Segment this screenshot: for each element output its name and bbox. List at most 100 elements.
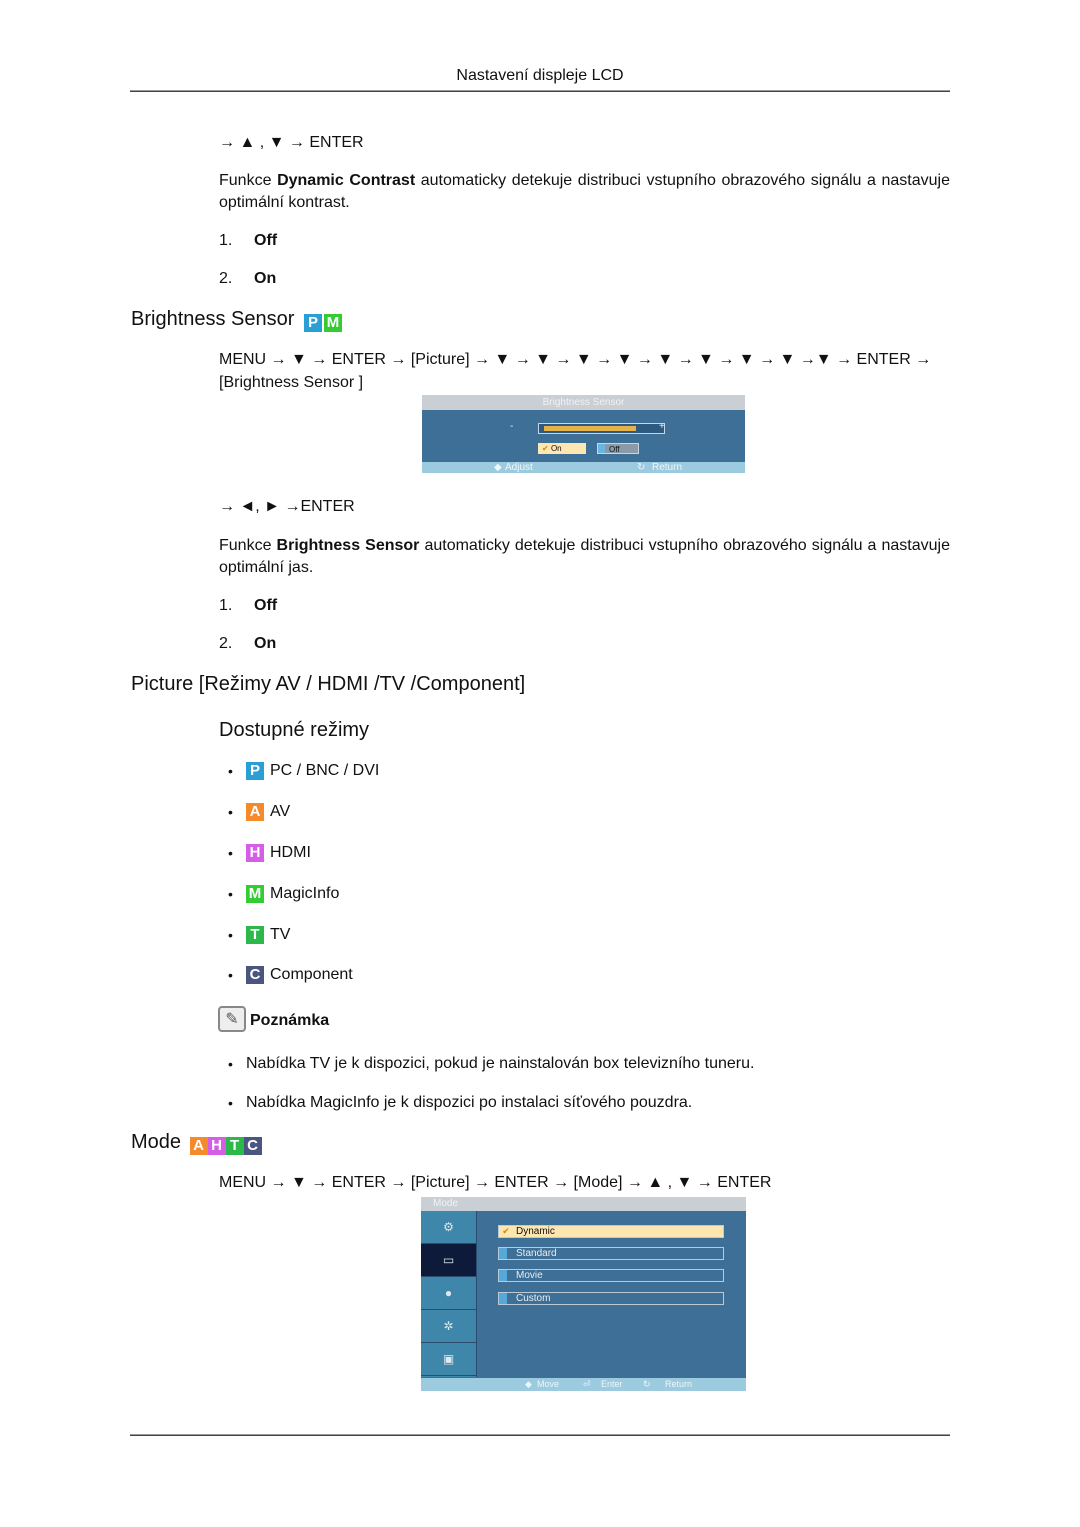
mode-a-icon: A (246, 803, 264, 821)
note-header: ✎ Poznámka (218, 1006, 329, 1032)
mode-label: PC / BNC / DVI (270, 762, 380, 779)
option-num: 2. (219, 270, 233, 287)
osd-option-dynamic[interactable]: ✔ Dynamic (498, 1225, 724, 1238)
mode-list-item: • C Component (228, 966, 353, 984)
footer-enter: Enter (601, 1379, 623, 1389)
page-header-title: Nastavení displeje LCD (456, 67, 624, 84)
mode-label: HDMI (270, 844, 311, 861)
sound-icon[interactable]: ● (421, 1277, 476, 1310)
brightness-sensor-heading: Brightness Sensor PM (131, 308, 342, 332)
bullet: • (228, 927, 233, 943)
osd-off-button[interactable]: Off (597, 443, 639, 454)
brightness-sensor-option-1: 1. Off (219, 595, 277, 617)
option-label: On (254, 635, 277, 652)
osd-on-button[interactable]: ✔ On (538, 443, 586, 454)
brightness-sensor-osd: Brightness Sensor - + ✔ On Off ◆ Adjust … (422, 395, 745, 473)
option-label: Off (254, 597, 278, 614)
mode-osd: Mode ⚙ ▭ ● ✲ ▣ ✔ Dynamic Standard Movie Cust… (421, 1197, 746, 1391)
mode-label: AV (270, 803, 291, 820)
mode-label: TV (270, 926, 291, 943)
note-text: Nabídka TV je k dispozici, pokud je nain… (246, 1055, 755, 1072)
footer-return: Return (652, 462, 683, 473)
input-icon[interactable]: ⚙ (421, 1211, 476, 1244)
on-label: On (550, 444, 562, 453)
bullet: • (228, 845, 233, 861)
osd-minus: - (510, 421, 514, 432)
mode-t-icon: T (225, 1137, 244, 1155)
bullet: • (228, 1056, 233, 1072)
heading-text: Mode (131, 1131, 182, 1153)
mode-list-item: • T TV (228, 926, 290, 944)
available-modes-subheading: Dostupné režimy (219, 719, 370, 741)
option-label: Movie (516, 1270, 543, 1281)
footer-return: Return (665, 1379, 693, 1389)
bullet: • (228, 763, 233, 779)
osd-level-fill (544, 426, 636, 431)
brightness-sensor-nav-line2: [Brightness Sensor ] (219, 374, 364, 391)
note-text: Nabídka MagicInfo je k dispozici po inst… (246, 1094, 693, 1111)
osd-sidebar: ⚙ ▭ ● ✲ ▣ (421, 1211, 477, 1377)
desc-bold: Dynamic Contrast (277, 172, 416, 189)
picture-icon[interactable]: ▭ (421, 1244, 476, 1277)
osd-level-bar[interactable] (538, 423, 665, 434)
off-marker (598, 444, 605, 453)
mode-h-icon: H (207, 1137, 226, 1155)
note-item-1: • Nabídka TV je k dispozici, pokud je na… (228, 1053, 754, 1076)
osd-option-custom[interactable]: Custom (498, 1292, 724, 1305)
osd-footer: ◆ Adjust ↻ Return (422, 462, 745, 473)
osd-option-standard[interactable]: Standard (498, 1247, 724, 1260)
mode-nav: MENU → ▼ → ENTER → [Picture] → ENTER → [… (219, 1174, 772, 1191)
option-label: On (254, 270, 277, 287)
mode-heading: Mode AHTC (131, 1131, 262, 1155)
picture-modes-heading: Picture [Režimy AV / HDMI /TV /Component… (131, 673, 526, 695)
check-icon: ✔ (502, 1226, 510, 1236)
note-item-2: • Nabídka MagicInfo je k dispozici po in… (228, 1092, 692, 1115)
mode-c-icon: C (243, 1137, 262, 1155)
mode-list-item: • M MagicInfo (228, 885, 339, 903)
mode-c-icon: C (246, 966, 264, 984)
mode-a-icon: A (189, 1137, 208, 1155)
mode-label: Component (270, 966, 353, 983)
dynamic-contrast-description: Funkce Dynamic Contrast automaticky dete… (219, 170, 950, 214)
mode-p-icon: P (303, 314, 322, 332)
check-icon: ✔ (542, 444, 549, 453)
mode-list-item: • H HDMI (228, 844, 311, 862)
multi-control-icon[interactable]: ▣ (421, 1343, 476, 1376)
mode-p-icon: P (246, 762, 264, 780)
desc-prefix: Funkce (219, 537, 277, 554)
desc-bold: Brightness Sensor (276, 537, 420, 554)
option-label: Custom (516, 1293, 551, 1304)
header-rule (130, 90, 950, 92)
osd-plus: + (659, 421, 665, 432)
option-num: 2. (219, 635, 233, 652)
mode-h-icon: H (246, 844, 264, 862)
setup-icon[interactable]: ✲ (421, 1310, 476, 1343)
bullet: • (228, 886, 233, 902)
desc-prefix: Funkce (219, 172, 278, 189)
dynamic-contrast-option-1: 1. Off (219, 230, 277, 252)
mode-list-item: • P PC / BNC / DVI (228, 762, 379, 780)
dynamic-contrast-nav: → ▲ , ▼ → ENTER (219, 134, 364, 151)
return-icon: ↻ (643, 1379, 651, 1389)
brightness-sensor-description: Funkce Brightness Sensor automaticky det… (219, 535, 950, 579)
option-marker (499, 1270, 507, 1281)
option-label: Dynamic (516, 1226, 555, 1237)
brightness-sensor-nav-line1: MENU → ▼ → ENTER → [Picture] → ▼ → ▼ → ▼… (219, 351, 932, 368)
enter-icon: ⏎ (583, 1379, 591, 1389)
adjust-icon: ◆ (494, 462, 502, 473)
bullet: • (228, 1095, 233, 1111)
osd-option-movie[interactable]: Movie (498, 1269, 724, 1282)
off-label: Off (609, 445, 620, 454)
option-num: 1. (219, 597, 233, 614)
brightness-sensor-nav2: → ◄, ► →ENTER (219, 498, 355, 515)
mode-t-icon: T (246, 926, 264, 944)
footer-move: Move (537, 1379, 560, 1389)
footer-rule (130, 1434, 950, 1436)
note-pencil-icon: ✎ (218, 1006, 246, 1032)
mode-m-icon: M (246, 885, 264, 903)
brightness-sensor-option-2: 2. On (219, 633, 276, 655)
footer-adjust: Adjust (505, 462, 533, 473)
option-num: 1. (219, 232, 233, 249)
mode-label: MagicInfo (270, 885, 340, 902)
osd-title: Mode (421, 1197, 746, 1211)
